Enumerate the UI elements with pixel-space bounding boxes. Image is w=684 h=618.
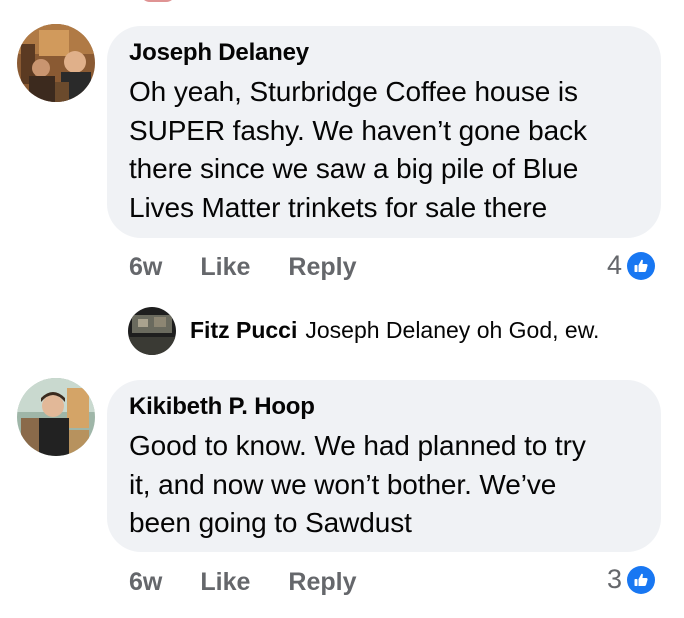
- avatar-photo-icon: [128, 307, 176, 355]
- comment-bubble: Joseph Delaney Oh yeah, Sturbridge Coffe…: [107, 26, 661, 238]
- avatar-fitz-pucci[interactable]: [128, 307, 176, 355]
- reply-button[interactable]: Reply: [288, 568, 356, 597]
- thumbs-up-icon: [627, 251, 656, 280]
- comment-text-line: Lives Matter trinkets for sale there: [129, 191, 548, 223]
- avatar-joseph-delaney[interactable]: [17, 24, 95, 102]
- previous-comment-edge: [140, 0, 176, 2]
- comment-text-line: Oh yeah, Sturbridge Coffee house is: [129, 76, 578, 107]
- comment-text-line: there since we saw a big pile of Blue: [129, 153, 579, 184]
- avatar-photo-icon: [17, 378, 95, 456]
- reply-comment: Fitz Pucci Joseph Delaney oh God, ew.: [190, 317, 599, 344]
- avatar-kikibeth-p-hoop[interactable]: [17, 378, 95, 456]
- comment-text-line: SUPER fashy. We haven’t gone back: [129, 114, 587, 146]
- comment-timestamp[interactable]: 6w: [129, 568, 162, 597]
- reply-button[interactable]: Reply: [288, 253, 356, 282]
- reaction-count: 4: [607, 250, 623, 280]
- comment-actions: 6w Like Reply: [129, 568, 356, 597]
- reply-text: Joseph Delaney oh God, ew.: [305, 317, 600, 343]
- comment-text: Good to know. We had planned to try it, …: [129, 427, 661, 543]
- reply-author-name[interactable]: Fitz Pucci: [190, 317, 297, 344]
- comment-author-name[interactable]: Joseph Delaney: [129, 39, 661, 67]
- avatar-photo-icon: [17, 24, 95, 102]
- like-button[interactable]: Like: [200, 253, 250, 282]
- thumbs-up-icon: [627, 565, 656, 594]
- like-button[interactable]: Like: [200, 568, 250, 597]
- reaction-count: 3: [607, 564, 623, 594]
- comment-timestamp[interactable]: 6w: [129, 253, 162, 282]
- comment-text-line: Good to know. We had planned to try: [129, 430, 586, 461]
- comment-actions: 6w Like Reply: [129, 253, 356, 282]
- comment-author-name[interactable]: Kikibeth P. Hoop: [129, 393, 661, 421]
- comment-bubble: Kikibeth P. Hoop Good to know. We had pl…: [107, 380, 661, 552]
- reaction-summary[interactable]: 3: [607, 564, 656, 595]
- comment-text-line: been going to Sawdust: [129, 507, 412, 538]
- comment-text-line: it, and now we won’t bother. We’ve: [129, 468, 557, 500]
- comment-text: Oh yeah, Sturbridge Coffee house is SUPE…: [129, 73, 661, 227]
- reaction-summary[interactable]: 4: [607, 250, 656, 281]
